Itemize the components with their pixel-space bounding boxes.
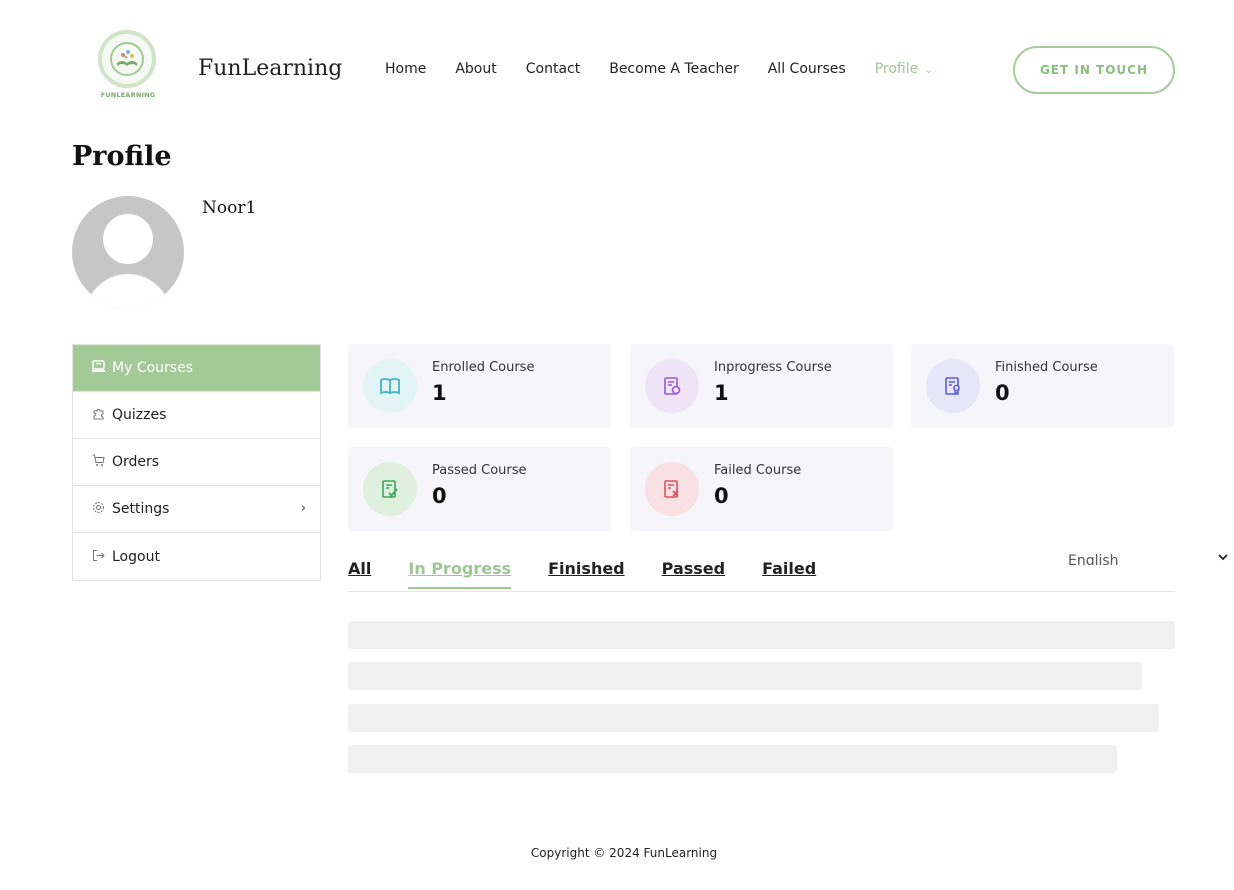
nav-profile-label: Profile xyxy=(874,61,919,77)
logo-text: FUNLEARNING xyxy=(100,91,156,99)
avatar xyxy=(72,196,184,308)
get-in-touch-button[interactable]: GET IN TOUCH xyxy=(1013,46,1175,94)
logout-icon xyxy=(91,549,105,565)
avatar-head xyxy=(103,214,153,264)
course-filter-tabs: All In Progress Finished Passed Failed xyxy=(348,559,853,589)
brand-name[interactable]: FunLearning xyxy=(198,56,342,81)
stat-label: Enrolled Course xyxy=(432,360,535,375)
footer-copyright: Copyright © 2024 FunLearning xyxy=(530,846,718,860)
progress-doc-icon xyxy=(645,359,699,413)
sidebar-item-settings[interactable]: Settings › xyxy=(73,486,320,533)
stat-card-finished: Finished Course 0 xyxy=(911,344,1174,428)
stat-value: 0 xyxy=(432,484,447,508)
passed-doc-icon xyxy=(363,462,417,516)
stat-label: Failed Course xyxy=(714,463,802,478)
tab-failed[interactable]: Failed xyxy=(762,559,816,589)
finished-doc-icon xyxy=(926,359,980,413)
chevron-down-icon: ⌄ xyxy=(924,65,933,76)
sidebar-item-label: My Courses xyxy=(112,360,193,376)
stat-value: 1 xyxy=(714,381,729,405)
loading-skeleton-row xyxy=(348,704,1159,732)
sidebar-item-orders[interactable]: Orders xyxy=(73,439,320,486)
language-select[interactable]: English xyxy=(1068,553,1119,565)
logo-emblem xyxy=(98,30,156,88)
site-header: FUNLEARNING FunLearning Home About Conta… xyxy=(0,0,1234,140)
username: Noor1 xyxy=(202,198,257,218)
courses-icon xyxy=(91,360,105,376)
stat-label: Passed Course xyxy=(432,463,527,478)
tabs-divider xyxy=(348,591,1175,592)
sidebar-item-label: Orders xyxy=(112,454,160,470)
sidebar-item-quizzes[interactable]: Quizzes xyxy=(73,392,320,439)
sidebar-item-label: Logout xyxy=(112,548,160,565)
tab-in-progress[interactable]: In Progress xyxy=(408,559,512,589)
loading-skeleton-row xyxy=(348,621,1175,649)
nav-profile[interactable]: Profile ⌄ xyxy=(875,61,933,77)
stat-card-passed: Passed Course 0 xyxy=(348,447,611,531)
cart-icon xyxy=(91,454,105,470)
stat-card-enrolled: Enrolled Course 1 xyxy=(348,344,611,428)
tab-passed[interactable]: Passed xyxy=(662,559,725,589)
profile-sidebar: My Courses Quizzes Orders Settings › Log… xyxy=(72,344,321,581)
nav-home[interactable]: Home xyxy=(385,61,426,77)
nav-become-teacher[interactable]: Become A Teacher xyxy=(609,61,739,77)
stat-label: Finished Course xyxy=(995,360,1098,375)
sidebar-item-label: Quizzes xyxy=(112,407,167,423)
main-nav: Home About Contact Become A Teacher All … xyxy=(385,61,962,77)
site-logo[interactable]: FUNLEARNING xyxy=(90,30,166,102)
nav-contact[interactable]: Contact xyxy=(526,61,580,77)
chevron-down-icon[interactable] xyxy=(1217,550,1229,562)
tab-all[interactable]: All xyxy=(348,559,371,589)
stat-card-failed: Failed Course 0 xyxy=(630,447,893,531)
nav-all-courses[interactable]: All Courses xyxy=(768,61,846,77)
avatar-body xyxy=(85,274,171,308)
puzzle-icon xyxy=(91,407,105,423)
sidebar-item-my-courses[interactable]: My Courses xyxy=(73,345,320,392)
gear-icon xyxy=(91,501,105,517)
book-icon xyxy=(363,359,417,413)
stat-value: 0 xyxy=(714,484,729,508)
stat-value: 0 xyxy=(995,381,1010,405)
stat-card-inprogress: Inprogress Course 1 xyxy=(630,344,893,428)
chevron-right-icon: › xyxy=(300,501,306,516)
loading-skeleton-row xyxy=(348,662,1142,690)
stat-label: Inprogress Course xyxy=(714,360,832,375)
logo-book-icon xyxy=(110,42,144,76)
stat-value: 1 xyxy=(432,381,447,405)
nav-about[interactable]: About xyxy=(455,61,496,77)
page-title: Profile xyxy=(72,141,172,172)
failed-doc-icon xyxy=(645,462,699,516)
sidebar-item-logout[interactable]: Logout xyxy=(73,533,320,580)
tab-finished[interactable]: Finished xyxy=(548,559,625,589)
loading-skeleton-row xyxy=(348,745,1117,773)
sidebar-item-label: Settings xyxy=(112,501,170,517)
